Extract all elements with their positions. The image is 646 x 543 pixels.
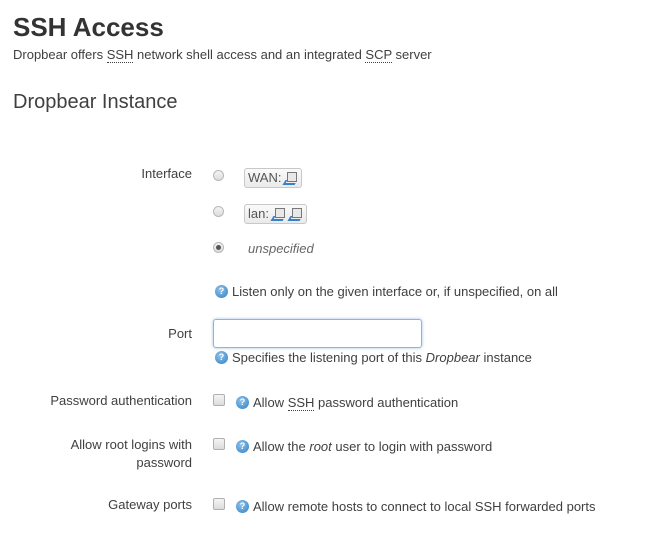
interface-radio-unspecified[interactable] [213, 242, 224, 253]
network-port-icon [271, 207, 286, 222]
network-port-icon [283, 171, 298, 186]
port-input[interactable] [213, 319, 422, 348]
password-auth-label: Password authentication [50, 393, 192, 408]
interface-option-unspecified[interactable]: unspecified [248, 241, 314, 256]
interface-option-wan[interactable]: WAN: [244, 168, 303, 188]
ssh-abbr: SSH [287, 395, 315, 411]
gateway-ports-help: ? Allow remote hosts to connect to local… [236, 499, 596, 514]
gateway-ports-label: Gateway ports [108, 497, 192, 512]
interface-option-lan[interactable]: lan: [244, 204, 307, 224]
page-description: Dropbear offers SSH network shell access… [13, 47, 432, 63]
password-auth-help: ? Allow SSH password authentication [236, 395, 458, 411]
help-icon: ? [215, 351, 228, 364]
port-help: ? Specifies the listening port of this D… [215, 350, 532, 365]
network-port-icon [288, 207, 303, 222]
interface-help: ? Listen only on the given interface or,… [215, 284, 558, 299]
interface-radio-wan[interactable] [213, 170, 224, 181]
interface-radio-lan[interactable] [213, 206, 224, 217]
ssh-abbr: SSH [106, 47, 134, 63]
scp-abbr: SCP [365, 47, 392, 63]
root-login-label: Allow root logins with password [70, 437, 192, 470]
help-icon: ? [236, 500, 249, 513]
help-icon: ? [236, 396, 249, 409]
section-title: Dropbear Instance [13, 91, 178, 113]
port-label: Port [168, 326, 192, 341]
root-login-checkbox[interactable] [213, 438, 225, 450]
root-login-help: ? Allow the root user to login with pass… [236, 439, 492, 454]
interface-label: Interface [141, 166, 192, 181]
help-icon: ? [236, 440, 249, 453]
page-title: SSH Access [13, 12, 164, 42]
help-icon: ? [215, 285, 228, 298]
password-auth-checkbox[interactable] [213, 394, 225, 406]
gateway-ports-checkbox[interactable] [213, 498, 225, 510]
